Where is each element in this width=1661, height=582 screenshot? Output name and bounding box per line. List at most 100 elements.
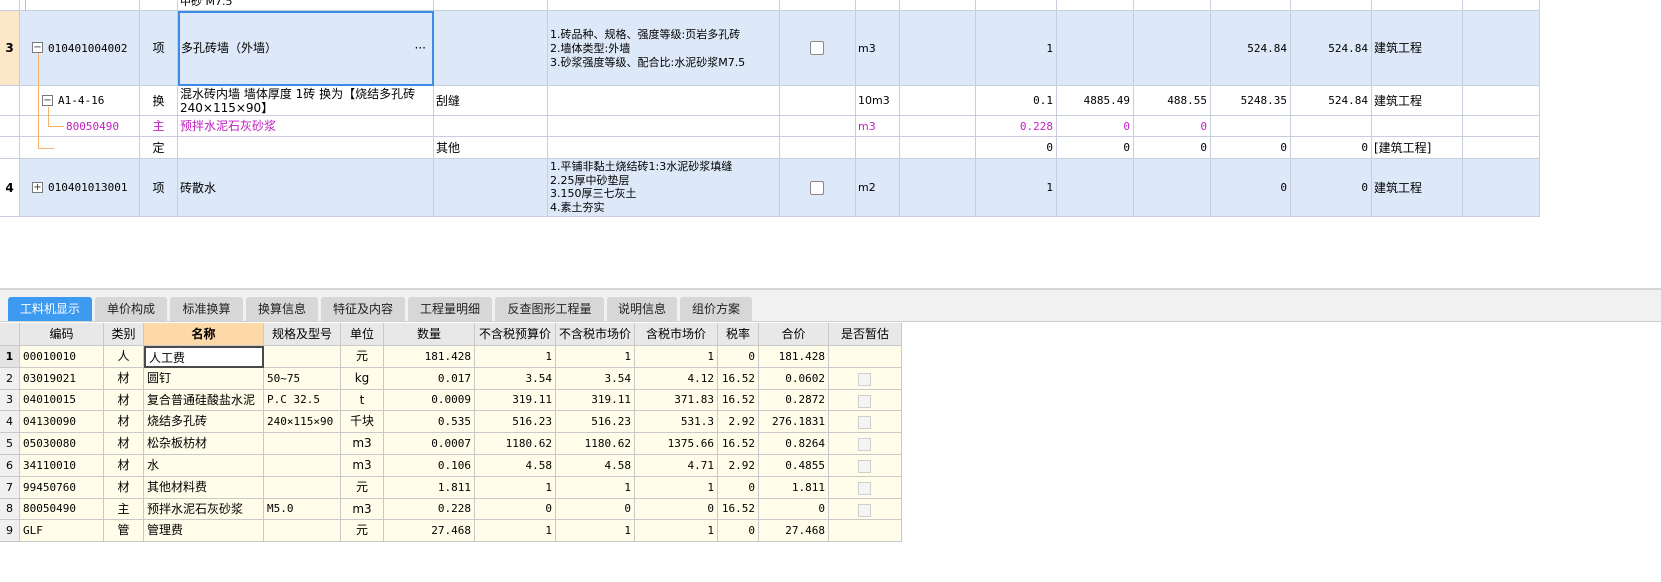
tab-quantity-details[interactable]: 工程量明细 bbox=[408, 297, 492, 321]
resource-budget-price[interactable]: 1 bbox=[475, 346, 556, 368]
provisional-checkbox[interactable] bbox=[858, 395, 871, 408]
header-quantity[interactable]: 数量 bbox=[384, 323, 475, 346]
tab-reverse-graphic-quantity[interactable]: 反查图形工程量 bbox=[495, 297, 604, 321]
resource-unit[interactable]: 千块 bbox=[341, 411, 384, 433]
resource-tax-rate[interactable]: 16.52 bbox=[718, 499, 759, 520]
resource-code[interactable]: 05030080 bbox=[20, 433, 104, 455]
item-qty[interactable]: 1 bbox=[976, 159, 1057, 217]
provisional-checkbox[interactable] bbox=[858, 438, 871, 451]
resource-total[interactable]: 1.811 bbox=[759, 477, 829, 499]
resource-code[interactable]: 00010010 bbox=[20, 346, 104, 368]
item-features[interactable]: 1.平铺非黏土烧结砖1:3水泥砂浆填缝 2.25厚中砂垫层 3.150厚三七灰土… bbox=[548, 159, 780, 217]
resource-category[interactable]: 材 bbox=[104, 477, 144, 499]
resource-market-price[interactable]: 516.23 bbox=[556, 411, 635, 433]
resource-market-price[interactable]: 0 bbox=[556, 499, 635, 520]
header-code[interactable]: 编码 bbox=[20, 323, 104, 346]
item-checkbox[interactable] bbox=[810, 181, 824, 195]
resource-unit[interactable]: 元 bbox=[341, 346, 384, 368]
resource-quantity[interactable]: 0.0009 bbox=[384, 390, 475, 411]
resource-category[interactable]: 材 bbox=[104, 433, 144, 455]
resource-category[interactable]: 材 bbox=[104, 455, 144, 477]
quota-qty[interactable]: 0.1 bbox=[976, 86, 1057, 116]
ellipsis-icon[interactable]: ··· bbox=[415, 13, 426, 84]
resource-code[interactable]: 99450760 bbox=[20, 477, 104, 499]
resource-unit[interactable]: m3 bbox=[341, 455, 384, 477]
resource-total[interactable]: 0 bbox=[759, 499, 829, 520]
tab-labor-material-machine[interactable]: 工料机显示 bbox=[8, 297, 92, 321]
tab-conversion-info[interactable]: 换算信息 bbox=[246, 297, 318, 321]
provisional-checkbox[interactable] bbox=[858, 504, 871, 517]
tab-unit-price-composition[interactable]: 单价构成 bbox=[95, 297, 167, 321]
resource-total[interactable]: 27.468 bbox=[759, 520, 829, 542]
row-number[interactable]: 9 bbox=[0, 520, 20, 542]
resource-tax-rate[interactable]: 0 bbox=[718, 477, 759, 499]
resource-budget-price[interactable]: 319.11 bbox=[475, 390, 556, 411]
resource-code[interactable]: 04130090 bbox=[20, 411, 104, 433]
resource-market-price[interactable]: 319.11 bbox=[556, 390, 635, 411]
fixed-spec[interactable]: 其他 bbox=[434, 137, 548, 159]
row-number[interactable]: 3 bbox=[0, 11, 20, 86]
resource-category[interactable]: 材 bbox=[104, 390, 144, 411]
resource-code[interactable]: 34110010 bbox=[20, 455, 104, 477]
resource-market-price[interactable]: 1 bbox=[556, 520, 635, 542]
resource-total[interactable]: 0.0602 bbox=[759, 368, 829, 390]
resource-quantity[interactable]: 0.228 bbox=[384, 499, 475, 520]
resource-code[interactable]: 80050490 bbox=[20, 499, 104, 520]
header-name[interactable]: 名称 bbox=[144, 323, 264, 346]
resource-total[interactable]: 0.4855 bbox=[759, 455, 829, 477]
resource-budget-price[interactable]: 516.23 bbox=[475, 411, 556, 433]
item-name[interactable]: 多孔砖墙（外墙） bbox=[181, 41, 277, 55]
resource-tax-market-price[interactable]: 1 bbox=[635, 346, 718, 368]
resource-unit[interactable]: m3 bbox=[341, 499, 384, 520]
provisional-checkbox[interactable] bbox=[858, 373, 871, 386]
resource-quantity[interactable]: 181.428 bbox=[384, 346, 475, 368]
header-total[interactable]: 合价 bbox=[759, 323, 829, 346]
resource-category[interactable]: 主 bbox=[104, 499, 144, 520]
item-category[interactable]: 建筑工程 bbox=[1372, 159, 1463, 217]
resource-budget-price[interactable]: 1 bbox=[475, 520, 556, 542]
row-number[interactable]: 4 bbox=[0, 159, 20, 217]
resource-tax-market-price[interactable]: 371.83 bbox=[635, 390, 718, 411]
resource-spec[interactable]: 50~75 bbox=[264, 368, 341, 390]
resource-unit[interactable]: 元 bbox=[341, 477, 384, 499]
item-category[interactable]: 建筑工程 bbox=[1372, 11, 1463, 86]
header-unit[interactable]: 单位 bbox=[341, 323, 384, 346]
header-category[interactable]: 类别 bbox=[104, 323, 144, 346]
plus-box-icon[interactable]: + bbox=[32, 182, 43, 193]
resource-spec[interactable] bbox=[264, 477, 341, 499]
resource-quantity[interactable]: 27.468 bbox=[384, 520, 475, 542]
resource-market-price[interactable]: 1 bbox=[556, 477, 635, 499]
resource-budget-price[interactable]: 0 bbox=[475, 499, 556, 520]
quota-spec[interactable]: 刮缝 bbox=[434, 86, 548, 116]
resource-total[interactable]: 181.428 bbox=[759, 346, 829, 368]
header-tax-rate[interactable]: 税率 bbox=[718, 323, 759, 346]
resource-quantity[interactable]: 0.017 bbox=[384, 368, 475, 390]
resource-unit[interactable]: m3 bbox=[341, 433, 384, 455]
resource-market-price[interactable]: 3.54 bbox=[556, 368, 635, 390]
resource-market-price[interactable]: 1 bbox=[556, 346, 635, 368]
resource-spec[interactable] bbox=[264, 455, 341, 477]
material-qty[interactable]: 0.228 bbox=[976, 116, 1057, 137]
resource-spec[interactable]: M5.0 bbox=[264, 499, 341, 520]
tab-standard-conversion[interactable]: 标准换算 bbox=[170, 297, 243, 321]
fixed-qty[interactable]: 0 bbox=[976, 137, 1057, 159]
resource-name[interactable]: 管理费 bbox=[144, 520, 264, 542]
resource-name[interactable]: 圆钉 bbox=[144, 368, 264, 390]
resource-market-price[interactable]: 4.58 bbox=[556, 455, 635, 477]
tab-features-content[interactable]: 特征及内容 bbox=[321, 297, 405, 321]
resource-quantity[interactable]: 0.535 bbox=[384, 411, 475, 433]
resource-unit[interactable]: t bbox=[341, 390, 384, 411]
resource-name[interactable]: 水 bbox=[144, 455, 264, 477]
item-qty[interactable]: 1 bbox=[976, 11, 1057, 86]
resource-name[interactable]: 复合普通硅酸盐水泥 bbox=[144, 390, 264, 411]
resource-name[interactable]: 人工费 bbox=[144, 346, 264, 368]
resource-total[interactable]: 0.2872 bbox=[759, 390, 829, 411]
resource-name[interactable]: 松杂板枋材 bbox=[144, 433, 264, 455]
provisional-checkbox[interactable] bbox=[858, 482, 871, 495]
resource-budget-price[interactable]: 1 bbox=[475, 477, 556, 499]
header-market-price[interactable]: 不含税市场价 bbox=[556, 323, 635, 346]
resource-quantity[interactable]: 1.811 bbox=[384, 477, 475, 499]
resource-total[interactable]: 0.8264 bbox=[759, 433, 829, 455]
resource-tax-market-price[interactable]: 4.12 bbox=[635, 368, 718, 390]
material-name[interactable]: 预拌水泥石灰砂浆 bbox=[178, 116, 434, 137]
